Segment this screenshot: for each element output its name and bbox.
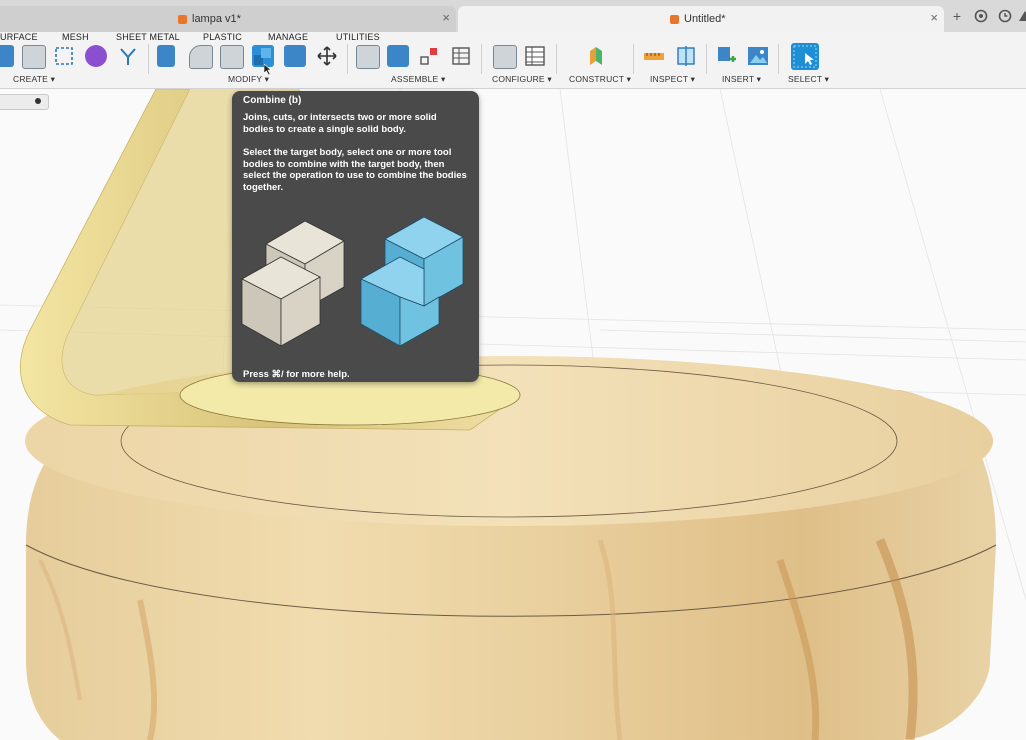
fusion-doc-icon <box>178 14 187 24</box>
assemble-menu[interactable]: ASSEMBLE ▾ <box>391 74 445 85</box>
extensions-icon[interactable] <box>974 9 988 23</box>
toolbar-divider <box>778 44 779 74</box>
browser-panel-stub[interactable] <box>0 94 49 110</box>
insert-menu[interactable]: INSERT ▾ <box>722 74 761 85</box>
chamfer-icon[interactable] <box>220 45 244 69</box>
construct-menu[interactable]: CONSTRUCT ▾ <box>569 74 631 85</box>
workspace-tab-utilities[interactable]: UTILITIES <box>336 32 380 42</box>
browser-toggle-icon[interactable] <box>35 98 41 104</box>
pipe-icon[interactable] <box>117 45 139 67</box>
close-tab-icon[interactable]: × <box>442 10 450 25</box>
toolbar-divider <box>556 44 557 74</box>
workspace-tab-manage[interactable]: MANAGE <box>268 32 308 42</box>
new-tab-icon[interactable]: + <box>950 9 964 23</box>
section-analysis-icon[interactable] <box>675 45 697 67</box>
configure-menu[interactable]: CONFIGURE ▾ <box>492 74 552 85</box>
offset-plane-icon[interactable] <box>585 45 607 67</box>
tooltip-instructions: Select the target body, select one or mo… <box>243 147 467 193</box>
canvas-viewport[interactable] <box>0 89 1026 740</box>
tooltip-description: Joins, cuts, or intersects two or more s… <box>243 112 437 135</box>
tooltip-title: Combine (b) <box>243 95 302 106</box>
create-menu[interactable]: CREATE ▾ <box>13 74 55 85</box>
new-component-icon[interactable] <box>356 45 380 69</box>
job-status-icon[interactable] <box>998 9 1012 23</box>
tooltip-help-hint: Press ⌘/ for more help. <box>243 369 350 380</box>
insert-derive-icon[interactable] <box>716 45 738 67</box>
form-icon[interactable] <box>85 45 107 67</box>
toolbar-divider <box>148 44 149 74</box>
select-menu[interactable]: SELECT ▾ <box>788 74 829 85</box>
tab-lampa-label: lampa v1* <box>192 13 241 25</box>
close-tab-icon[interactable]: × <box>930 10 938 25</box>
toolbar-divider <box>706 44 707 74</box>
toolbar-divider <box>481 44 482 74</box>
tab-lampa[interactable]: lampa v1* × <box>0 6 456 32</box>
modify-menu[interactable]: MODIFY ▾ <box>228 74 269 85</box>
as-built-joint-icon[interactable] <box>418 45 440 67</box>
insert-image-icon[interactable] <box>747 45 769 67</box>
fillet-icon[interactable] <box>189 45 213 69</box>
fusion-doc-icon <box>670 14 679 24</box>
box-icon[interactable] <box>22 45 46 69</box>
tab-untitled-label: Untitled* <box>684 13 726 25</box>
combine-tooltip: Combine (b) Joins, cuts, or intersects t… <box>232 91 479 382</box>
bom-icon[interactable] <box>450 45 472 67</box>
combine-illustration <box>241 216 464 347</box>
notifications-icon[interactable] <box>1018 9 1026 23</box>
workspace-tab-surface[interactable]: URFACE <box>0 32 38 42</box>
workspace-tab-sheet-metal[interactable]: SHEET METAL <box>116 32 180 42</box>
toolbar-divider <box>633 44 634 74</box>
workspace-tab-plastic[interactable]: PLASTIC <box>203 32 242 42</box>
measure-icon[interactable] <box>643 45 665 67</box>
select-icon[interactable] <box>791 43 819 70</box>
workspace-tab-mesh[interactable]: MESH <box>62 32 89 42</box>
configure-icon[interactable] <box>493 45 517 69</box>
mouse-cursor-icon <box>263 62 272 76</box>
tab-untitled[interactable]: Untitled* × <box>458 6 944 32</box>
revolve-icon[interactable] <box>0 45 14 67</box>
main-toolbar: URFACE MESH SHEET METAL PLASTIC MANAGE U… <box>0 32 1026 89</box>
joint-icon[interactable] <box>387 45 409 67</box>
shell-icon[interactable] <box>284 45 306 67</box>
toolbar-divider <box>347 44 348 74</box>
inspect-menu[interactable]: INSPECT ▾ <box>650 74 695 85</box>
press-pull-icon[interactable] <box>157 45 175 67</box>
move-icon[interactable] <box>316 45 338 67</box>
document-tab-bar: lampa v1* × Untitled* × + <box>0 0 1026 33</box>
sketch-icon[interactable] <box>53 45 75 67</box>
configuration-table-icon[interactable] <box>524 45 546 67</box>
